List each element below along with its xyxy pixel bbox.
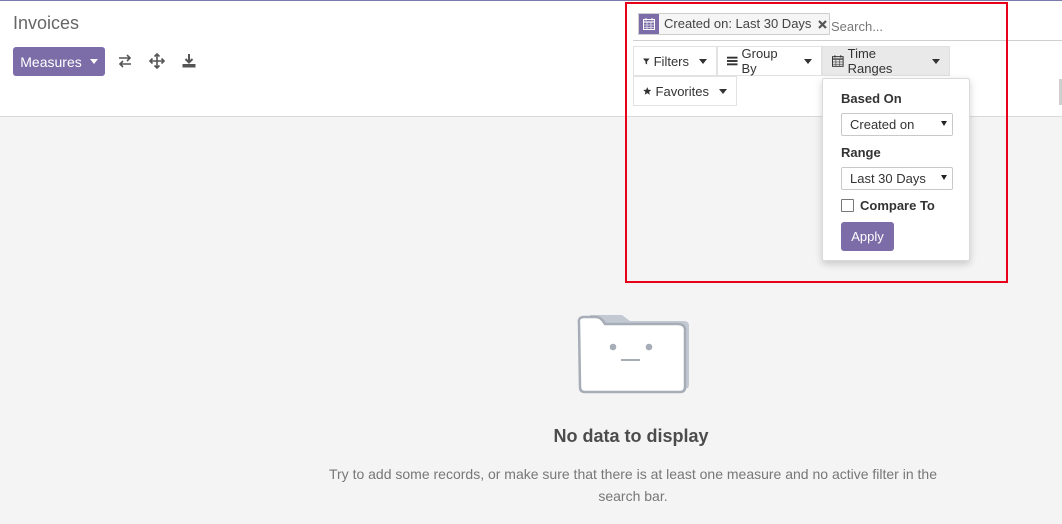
favorites-button[interactable]: Favorites bbox=[633, 76, 737, 106]
search-bar[interactable]: Created on: Last 30 Days bbox=[633, 11, 1062, 41]
measures-button[interactable]: Measures bbox=[13, 47, 105, 76]
caret-down-icon bbox=[932, 58, 940, 64]
favorites-label: Favorites bbox=[655, 83, 709, 99]
bars-icon bbox=[727, 56, 738, 66]
star-icon bbox=[643, 87, 652, 95]
group-by-button[interactable]: Group By bbox=[717, 46, 822, 76]
calendar-icon bbox=[832, 55, 844, 67]
remove-icon[interactable] bbox=[815, 14, 829, 34]
based-on-value: Created on bbox=[850, 117, 915, 132]
download-icon[interactable] bbox=[181, 53, 197, 69]
filters-button[interactable]: Filters bbox=[633, 46, 717, 76]
filter-icon bbox=[643, 57, 650, 65]
based-on-label: Based On bbox=[841, 91, 902, 106]
empty-folder-icon bbox=[577, 315, 689, 394]
caret-down-icon bbox=[719, 88, 727, 94]
time-ranges-button[interactable]: Time Ranges bbox=[822, 46, 950, 76]
select-arrow-icon bbox=[941, 121, 947, 126]
no-data-title: No data to display bbox=[553, 426, 709, 446]
compare-to-row: Compare To bbox=[841, 198, 935, 213]
facet-label: Created on: Last 30 Days bbox=[664, 16, 812, 31]
search-input[interactable] bbox=[831, 16, 1031, 36]
calendar-icon bbox=[639, 14, 659, 34]
time-ranges-dropdown: Based On Created on Range Last 30 Days C… bbox=[822, 78, 970, 261]
group-by-label: Group By bbox=[741, 46, 778, 76]
measures-label: Measures bbox=[20, 53, 82, 70]
compare-to-checkbox[interactable] bbox=[841, 199, 854, 212]
search-facet[interactable]: Created on: Last 30 Days bbox=[638, 13, 831, 35]
based-on-select[interactable]: Created on bbox=[841, 113, 953, 136]
caret-down-icon bbox=[89, 59, 98, 64]
no-data-help-text: Try to add some records, or make sure th… bbox=[328, 466, 937, 504]
range-value: Last 30 Days bbox=[850, 171, 926, 186]
select-arrow-icon bbox=[941, 175, 947, 180]
range-label: Range bbox=[841, 145, 881, 160]
caret-down-icon bbox=[699, 58, 707, 64]
expand-all-icon[interactable] bbox=[149, 53, 165, 69]
caret-down-icon bbox=[804, 58, 812, 64]
flip-axis-icon[interactable] bbox=[117, 53, 133, 69]
page-title: Invoices bbox=[13, 13, 80, 33]
range-select[interactable]: Last 30 Days bbox=[841, 167, 953, 190]
time-ranges-label: Time Ranges bbox=[847, 46, 893, 76]
apply-button[interactable]: Apply bbox=[841, 222, 894, 251]
filters-label: Filters bbox=[653, 53, 689, 69]
compare-to-label: Compare To bbox=[860, 198, 935, 213]
